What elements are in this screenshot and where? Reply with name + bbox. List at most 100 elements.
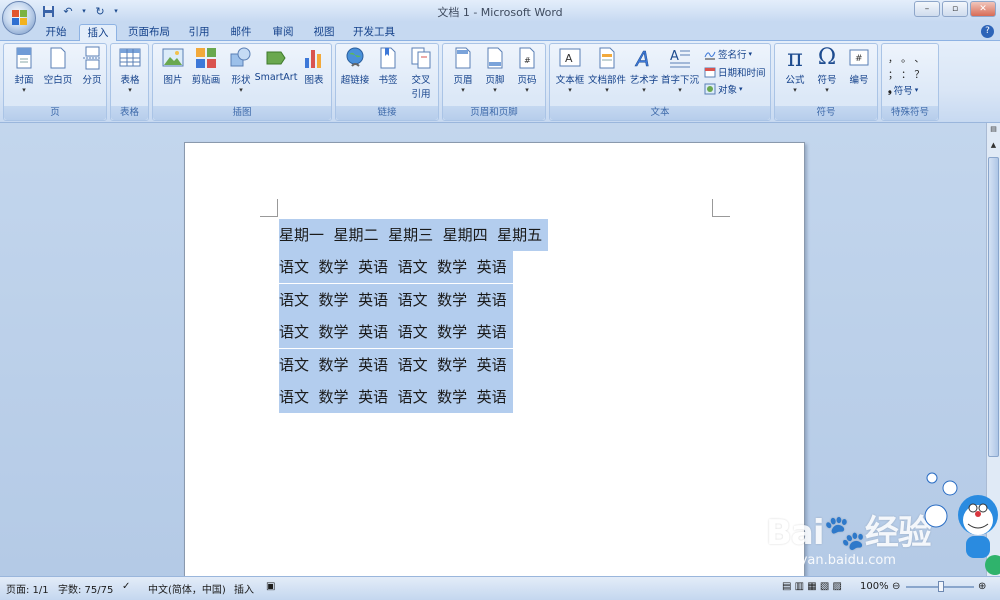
- group-label-pages: 页: [4, 106, 106, 120]
- word-count[interactable]: 字数: 75/75: [58, 581, 113, 596]
- tab-review[interactable]: 审阅: [264, 24, 302, 41]
- document-page[interactable]: 星期一 星期二 星期三 星期四 星期五 语文 数学 英语 语文 数学 英语 语文…: [184, 142, 805, 576]
- document-line-weekdays[interactable]: 星期一 星期二 星期三 星期四 星期五: [279, 219, 549, 251]
- tab-page-layout[interactable]: 页面布局: [122, 24, 176, 41]
- group-label-text: 文本: [550, 106, 770, 120]
- group-special-symbols: ， 。 、 ； ： ？ ❟ 符号 ▾ 特殊符号: [881, 43, 939, 121]
- page-number-button[interactable]: # 页码 ▾: [509, 46, 545, 94]
- document-line[interactable]: 语文 数学 英语 语文 数学 英语: [279, 349, 513, 381]
- number-button[interactable]: # 编号: [841, 46, 877, 86]
- page-count[interactable]: 页面: 1/1: [6, 581, 49, 596]
- dropcap-button[interactable]: A 首字下沉 ▾: [658, 46, 702, 94]
- page-break-button[interactable]: 分页: [74, 46, 110, 86]
- group-text: A 文本框 ▾ 文档部件 ▾ A 艺术字 ▾ A 首字下沉 ▾ 签名行 ▾ 日期和…: [549, 43, 771, 121]
- wordart-button[interactable]: A 艺术字 ▾: [626, 46, 662, 94]
- document-line[interactable]: 语文 数学 英语 语文 数学 英语: [279, 251, 513, 283]
- object-button[interactable]: 对象 ▾: [704, 82, 743, 96]
- group-label-links: 链接: [336, 106, 438, 120]
- group-label-illustrations: 插图: [153, 106, 331, 120]
- clipart-button[interactable]: 剪贴画: [187, 46, 225, 86]
- document-line[interactable]: 语文 数学 英语 语文 数学 英语: [279, 381, 513, 413]
- equation-button[interactable]: π 公式 ▾: [777, 46, 813, 94]
- picture-icon: [162, 48, 184, 67]
- footer-icon: [487, 47, 503, 69]
- tab-home[interactable]: 开始: [38, 24, 74, 41]
- office-button[interactable]: [2, 1, 36, 35]
- footer-button[interactable]: 页脚 ▾: [477, 46, 513, 94]
- tab-insert[interactable]: 插入: [79, 24, 117, 41]
- margin-corner-top-right: [712, 199, 730, 217]
- globe-link-icon: [346, 47, 364, 67]
- special-symbol-button[interactable]: ❟ 符号 ▾: [888, 83, 918, 98]
- help-icon[interactable]: ?: [981, 25, 994, 38]
- signature-line-icon: [704, 51, 716, 60]
- symbol-button[interactable]: Ω 符号 ▾: [809, 46, 845, 95]
- date-time-button[interactable]: 日期和时间: [704, 65, 766, 79]
- hyperlink-button[interactable]: 超链接: [338, 46, 372, 86]
- watermark-url: jingyan.baidu.com: [776, 553, 896, 568]
- document-line[interactable]: 语文 数学 英语 语文 数学 英语: [279, 284, 513, 316]
- blank-page-icon: [50, 47, 66, 69]
- window-controls: – ▫ ✕: [914, 1, 996, 17]
- cross-reference-icon: [411, 47, 431, 69]
- tab-developer[interactable]: 开发工具: [347, 24, 401, 41]
- status-bar: 页面: 1/1 字数: 75/75 ✓ 中文(简体，中国) 插入 ▣ ▤ ▥ ▦…: [0, 576, 1000, 600]
- svg-text:A: A: [670, 49, 679, 64]
- language-indicator[interactable]: 中文(简体，中国): [148, 581, 226, 596]
- zoom-in-icon[interactable]: ⊕: [978, 581, 986, 592]
- document-line[interactable]: 语文 数学 英语 语文 数学 英语: [279, 316, 513, 348]
- punctuation-row-1[interactable]: ， 。 、: [888, 50, 924, 65]
- group-label-header-footer: 页眉和页脚: [443, 106, 545, 120]
- ruler-toggle-icon[interactable]: ▤: [988, 125, 999, 137]
- scrollbar-thumb[interactable]: [988, 157, 999, 457]
- macro-record-icon[interactable]: ▣: [266, 581, 275, 592]
- group-label-special-symbols: 特殊符号: [882, 106, 938, 120]
- quick-parts-button[interactable]: 文档部件 ▾: [586, 46, 628, 94]
- comma-icon: ❟: [888, 84, 892, 96]
- restore-button[interactable]: ▫: [942, 1, 968, 17]
- margin-corner-top-left: [260, 199, 278, 217]
- paw-icon: 🐾: [823, 513, 866, 553]
- proofing-icon[interactable]: ✓: [122, 581, 130, 592]
- tab-view[interactable]: 视图: [305, 24, 343, 41]
- scroll-up-arrow-icon[interactable]: ▲: [988, 141, 999, 153]
- header-button[interactable]: 页眉 ▾: [445, 46, 481, 94]
- cross-reference-button[interactable]: 交叉 引用: [404, 46, 438, 100]
- office-logo-icon: [12, 10, 28, 26]
- picture-button[interactable]: 图片: [155, 46, 191, 86]
- group-header-footer: 页眉 ▾ 页脚 ▾ # 页码 ▾ 页眉和页脚: [442, 43, 546, 121]
- zoom-out-icon[interactable]: ⊖: [892, 581, 900, 592]
- zoom-slider-knob[interactable]: [938, 581, 944, 592]
- dropcap-icon: A: [670, 49, 690, 68]
- insert-mode[interactable]: 插入: [234, 581, 254, 596]
- chart-button[interactable]: 图表: [296, 46, 332, 86]
- bookmark-button[interactable]: 书签: [372, 46, 404, 86]
- svg-text:A: A: [565, 52, 573, 65]
- minimize-button[interactable]: –: [914, 1, 940, 17]
- bookmark-icon: [380, 47, 396, 69]
- table-button[interactable]: 表格 ▾: [112, 46, 148, 94]
- zoom-level[interactable]: 100%: [860, 581, 889, 592]
- svg-text:#: #: [855, 54, 863, 64]
- close-button[interactable]: ✕: [970, 1, 996, 17]
- ribbon: 封面 ▾ 空白页 分页 页 表格 ▾ 表格 图片 剪贴画 形状 ▾ SmartA…: [0, 41, 1000, 123]
- blank-page-button[interactable]: 空白页: [38, 46, 78, 86]
- clipart-icon: [196, 48, 216, 68]
- punctuation-row-2[interactable]: ； ： ？: [888, 66, 924, 81]
- cover-page-button[interactable]: 封面 ▾: [6, 46, 42, 94]
- group-illustrations: 图片 剪贴画 形状 ▾ SmartArt 图表 插图: [152, 43, 332, 121]
- chart-icon: [305, 50, 321, 68]
- group-pages: 封面 ▾ 空白页 分页 页: [3, 43, 107, 121]
- group-links: 超链接 书签 交叉 引用 链接: [335, 43, 439, 121]
- signature-line-button[interactable]: 签名行 ▾: [704, 47, 752, 61]
- view-buttons[interactable]: ▤ ▥ ▦ ▧ ▨: [782, 581, 842, 592]
- number-icon: #: [849, 49, 869, 66]
- title-bar: ↶ ▾ ↻ ▾ 文档 1 - Microsoft Word – ▫ ✕: [0, 0, 1000, 22]
- tab-references[interactable]: 引用: [180, 24, 218, 41]
- group-label-table: 表格: [111, 106, 148, 120]
- header-icon: [455, 47, 471, 69]
- tab-mailings[interactable]: 邮件: [222, 24, 260, 41]
- wordart-icon: A: [634, 47, 650, 70]
- smartart-button[interactable]: SmartArt: [253, 46, 299, 83]
- textbox-button[interactable]: A 文本框 ▾: [552, 46, 588, 94]
